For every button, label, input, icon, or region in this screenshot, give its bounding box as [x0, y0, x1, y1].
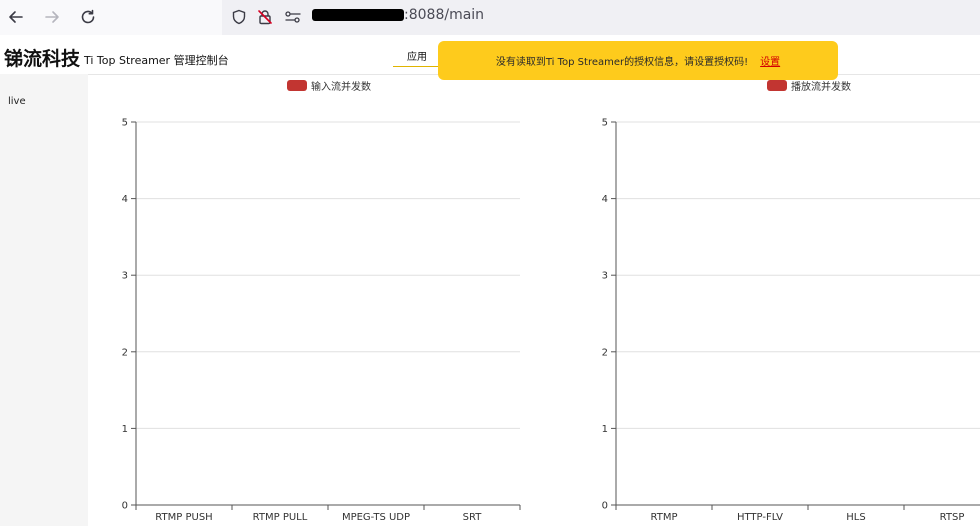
x-tick-label: SRT	[463, 512, 483, 523]
redacted-host	[312, 9, 404, 21]
brand-title: 锑流科技	[4, 48, 81, 70]
back-button[interactable]	[5, 6, 27, 28]
notice-message: 没有读取到Ti Top Streamer的授权信息，请设置授权码!	[495, 57, 749, 68]
app-subtitle: Ti Top Streamer 管理控制台	[84, 54, 229, 67]
site-permissions-icon[interactable]	[284, 8, 302, 26]
y-tick-label: 4	[602, 194, 608, 205]
insecure-lock-icon[interactable]	[256, 8, 274, 26]
x-tick-label: RTMP PULL	[253, 512, 308, 523]
legend-swatch	[767, 80, 787, 91]
forward-arrow-icon	[45, 11, 59, 23]
y-tick-label: 1	[602, 424, 608, 435]
y-tick-label: 2	[602, 347, 608, 358]
x-tick-label: RTMP	[651, 512, 678, 523]
x-tick-label: HTTP-FLV	[737, 512, 783, 523]
y-tick-label: 4	[122, 194, 128, 205]
sidebar-item-live[interactable]: live	[8, 96, 26, 107]
x-tick-label: RTSP	[940, 512, 965, 523]
y-tick-label: 1	[122, 424, 128, 435]
y-tick-label: 2	[122, 347, 128, 358]
y-tick-label: 5	[602, 118, 608, 129]
sidebar: live	[0, 74, 88, 526]
reload-icon	[81, 9, 95, 24]
browser-toolbar: :8088/main	[0, 0, 980, 35]
chart-svg: 0 1 2 3 4 5 RTMP HTTP-FLV HLS RTSP	[602, 118, 980, 523]
input-streams-chart: 输入流并发数 0 1 2 3 4 5 RTMP PUSH RTMP PULL MPEG-TS U…	[88, 74, 538, 526]
legend-label: 播放流并发数	[791, 82, 851, 93]
chart-legend[interactable]: 输入流并发数	[287, 78, 371, 93]
shield-icon[interactable]	[230, 8, 248, 26]
chart-legend[interactable]: 播放流并发数	[767, 78, 851, 93]
y-tick-label: 3	[122, 271, 128, 282]
url-text[interactable]: :8088/main	[404, 7, 484, 23]
x-tick-label: HLS	[846, 512, 865, 523]
reload-button[interactable]	[77, 6, 99, 28]
legend-label: 输入流并发数	[311, 82, 371, 93]
y-tick-label: 0	[602, 501, 608, 512]
y-tick-label: 3	[602, 271, 608, 282]
y-tick-label: 0	[122, 501, 128, 512]
y-tick-label: 5	[122, 118, 128, 129]
set-license-link[interactable]: 设置	[760, 53, 780, 68]
legend-swatch	[287, 80, 307, 91]
playback-streams-chart: 播放流并发数 0 1 2 3 4 5 RTMP HTTP-FLV HLS RTSP	[568, 74, 980, 526]
chart-svg: 0 1 2 3 4 5 RTMP PUSH RTMP PULL MPEG-TS UDP SRT	[122, 118, 521, 523]
back-arrow-icon	[9, 11, 23, 23]
x-tick-label: RTMP PUSH	[155, 512, 212, 523]
forward-button[interactable]	[41, 6, 63, 28]
tab-apps[interactable]: 应用	[393, 48, 441, 67]
license-notice: 没有读取到Ti Top Streamer的授权信息，请设置授权码! 设置	[438, 41, 838, 80]
x-tick-label: MPEG-TS UDP	[342, 512, 410, 523]
